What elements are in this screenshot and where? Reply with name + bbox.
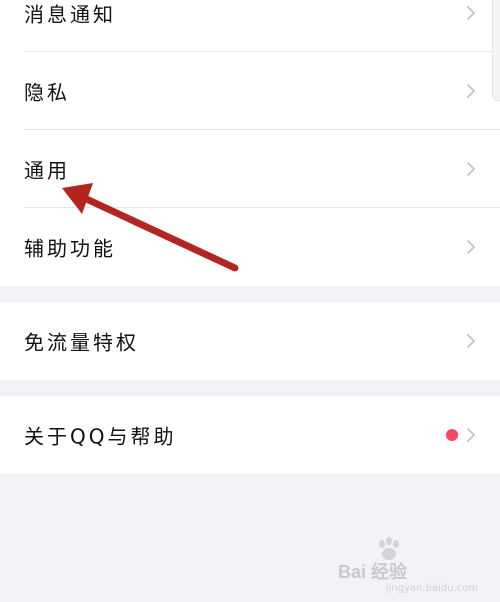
- chevron-right-icon: [467, 240, 475, 254]
- settings-item-label: 通用: [24, 158, 70, 183]
- scroll-indicator[interactable]: [492, 0, 500, 101]
- red-dot-badge: [446, 429, 458, 441]
- settings-group-general: 消息通知 隐私 通用 辅助功能: [0, 0, 500, 286]
- chevron-right-icon: [467, 334, 475, 348]
- settings-item-label: 消息通知: [24, 2, 116, 27]
- chevron-right-icon: [467, 428, 475, 442]
- settings-item-general[interactable]: 通用: [0, 130, 500, 208]
- watermark-text: Bai 经验: [338, 562, 408, 582]
- settings-item-notifications[interactable]: 消息通知: [0, 0, 500, 52]
- settings-group-about: 关于QQ与帮助: [0, 396, 500, 474]
- chevron-right-icon: [467, 162, 475, 176]
- settings-item-privacy[interactable]: 隐私: [0, 52, 500, 130]
- settings-item-label: 免流量特权: [24, 330, 139, 355]
- settings-item-about-help[interactable]: 关于QQ与帮助: [0, 396, 500, 474]
- chevron-right-icon: [467, 84, 475, 98]
- settings-item-accessibility[interactable]: 辅助功能: [0, 208, 500, 286]
- settings-group-data: 免流量特权: [0, 302, 500, 380]
- chevron-right-icon: [467, 6, 475, 20]
- settings-item-free-data[interactable]: 免流量特权: [0, 302, 500, 380]
- baidu-watermark: Bai 经验 jingyan.baidu.com: [338, 536, 478, 596]
- watermark-sub: jingyan.baidu.com: [385, 583, 478, 594]
- settings-item-label: 关于QQ与帮助: [24, 424, 177, 449]
- settings-item-label: 隐私: [24, 80, 70, 105]
- settings-item-label: 辅助功能: [24, 236, 116, 261]
